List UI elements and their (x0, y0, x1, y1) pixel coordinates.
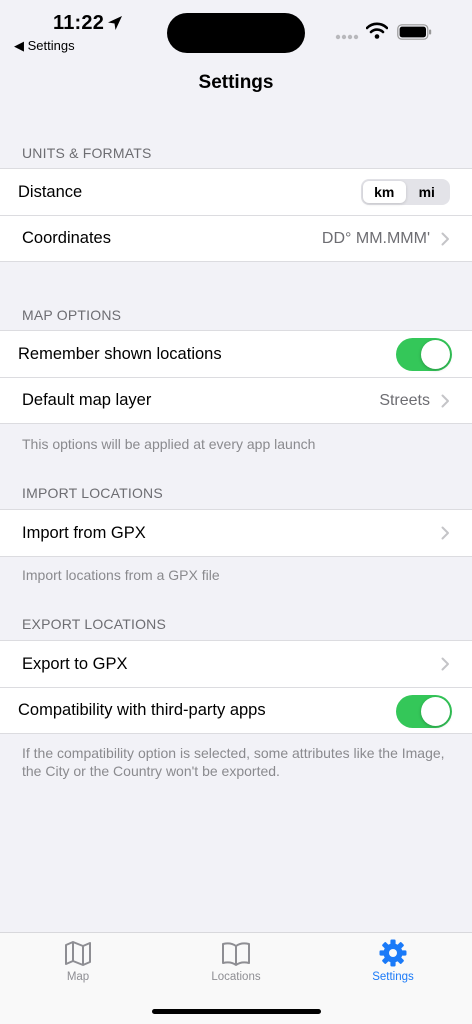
tab-settings-label: Settings (372, 971, 414, 983)
import-gpx-row[interactable]: Import from GPX (0, 510, 472, 556)
section-header-export: EXPORT LOCATIONS (22, 616, 167, 632)
import-group: Import from GPX (0, 509, 472, 557)
location-arrow-icon (108, 16, 122, 30)
cellular-signal-icon (335, 34, 359, 40)
compatibility-toggle[interactable] (396, 695, 452, 728)
tab-settings[interactable]: Settings (333, 939, 453, 983)
chevron-right-icon (441, 657, 449, 671)
section-header-map-options: MAP OPTIONS (22, 307, 122, 323)
distance-segmented-control[interactable]: km mi (361, 179, 450, 205)
book-icon (222, 942, 250, 966)
remember-locations-toggle[interactable] (396, 338, 452, 371)
tab-map[interactable]: Map (18, 939, 138, 983)
wifi-icon (366, 22, 388, 39)
compatibility-row: Compatibility with third-party apps (0, 687, 472, 733)
distance-row: Distance km mi (0, 169, 472, 215)
home-indicator (152, 1009, 321, 1014)
tab-map-label: Map (66, 971, 90, 983)
section-header-import: IMPORT LOCATIONS (22, 485, 163, 501)
distance-option-km[interactable]: km (363, 181, 406, 203)
export-gpx-row[interactable]: Export to GPX (0, 641, 472, 687)
status-bar: 11:22 ◀ Settings (0, 0, 472, 60)
back-to-settings-link[interactable]: ◀ Settings (14, 38, 75, 54)
compatibility-label: Compatibility with third-party apps (18, 701, 266, 719)
toggle-knob (421, 340, 450, 369)
coordinates-value: DD° MM.MMM' (321, 229, 430, 247)
default-map-layer-label: Default map layer (22, 391, 152, 409)
status-time: 11:22 (53, 12, 105, 34)
page-title: Settings (198, 72, 274, 93)
remember-locations-label: Remember shown locations (18, 344, 222, 363)
gear-icon (379, 939, 407, 967)
distance-option-mi[interactable]: mi (406, 181, 449, 203)
section-header-units: UNITS & FORMATS (22, 145, 152, 161)
import-gpx-label: Import from GPX (22, 523, 146, 542)
units-group: Distance km mi Coordinates DD° MM.MMM' (0, 168, 472, 262)
battery-icon (397, 24, 432, 40)
default-map-layer-row[interactable]: Default map layer Streets (0, 377, 472, 423)
remember-locations-row: Remember shown locations (0, 331, 472, 377)
chevron-right-icon (441, 394, 449, 408)
distance-label: Distance (18, 182, 83, 201)
coordinates-row[interactable]: Coordinates DD° MM.MMM' (0, 215, 472, 261)
export-gpx-label: Export to GPX (22, 654, 128, 673)
tab-locations[interactable]: Locations (176, 939, 296, 983)
export-footer: If the compatibility option is selected,… (22, 745, 445, 779)
map-options-footer: This options will be applied at every ap… (22, 436, 316, 452)
map-icon (65, 941, 91, 966)
export-group: Export to GPX Compatibility with third-p… (0, 640, 472, 734)
toggle-knob (421, 697, 450, 726)
tab-locations-label: Locations (211, 971, 261, 983)
map-options-group: Remember shown locations Default map lay… (0, 330, 472, 424)
import-footer: Import locations from a GPX file (22, 567, 220, 583)
dynamic-island (167, 13, 305, 53)
default-map-layer-value: Streets (379, 391, 430, 409)
chevron-right-icon (441, 232, 449, 246)
coordinates-label: Coordinates (22, 229, 111, 247)
chevron-right-icon (441, 526, 449, 540)
